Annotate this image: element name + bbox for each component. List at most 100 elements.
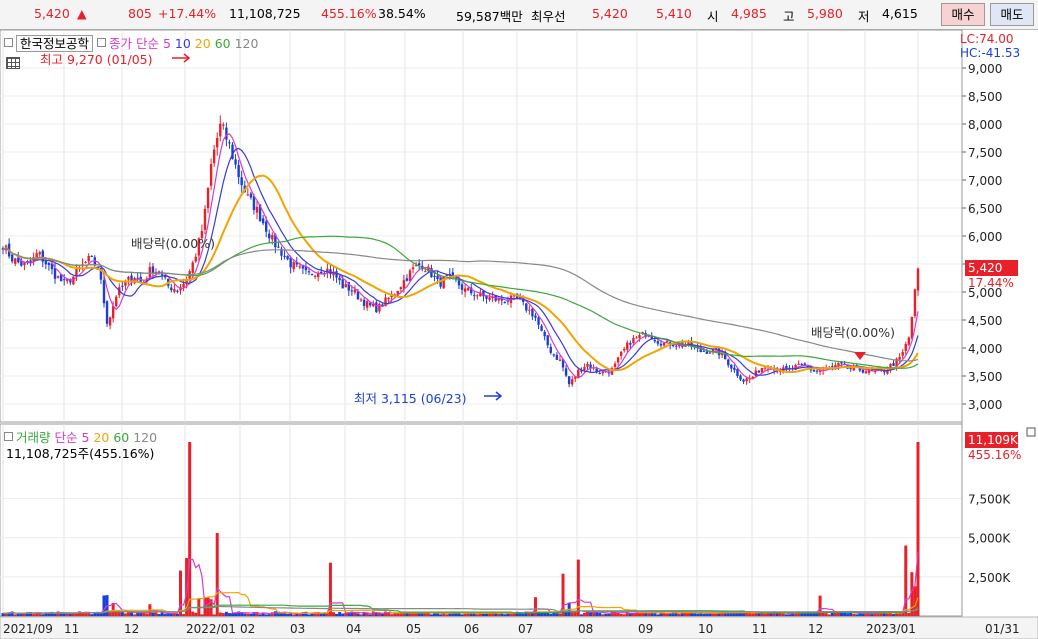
- candle-body: [160, 274, 164, 276]
- candle-body: [460, 284, 464, 290]
- x-tick-label: 09: [638, 622, 653, 636]
- price-panel: [0, 29, 963, 423]
- x-tick-label: 2023/01: [866, 622, 916, 636]
- x-tick-label: 05: [406, 622, 421, 636]
- candle-body: [212, 149, 216, 164]
- stock-chart[interactable]: 2021/09 11 12 2022/01 02 03 04 05 06 07 08 09 10 11 12…: [0, 0, 1038, 639]
- volume-bar: [374, 613, 378, 616]
- low-annotation: 최저 3,115 (06/23): [354, 391, 467, 406]
- volume-bar: [803, 613, 807, 616]
- volume-bar: [249, 613, 253, 616]
- checkbox-icon[interactable]: [4, 38, 13, 47]
- candle-body: [705, 351, 709, 354]
- volume-bar: [221, 613, 225, 616]
- candle-body: [730, 364, 733, 369]
- volume-bar: [702, 614, 706, 616]
- volume-bar: [705, 614, 709, 616]
- volume-bar: [800, 613, 804, 616]
- volume-bar: [763, 613, 767, 616]
- candle-body: [261, 218, 265, 224]
- checkbox-icon[interactable]: [4, 432, 13, 441]
- candle-body: [313, 275, 317, 277]
- volume-bar: [62, 613, 66, 616]
- candle-body: [613, 363, 617, 367]
- candle-body: [638, 335, 641, 338]
- candle-body: [219, 123, 222, 137]
- volume-bar: [760, 613, 764, 616]
- volume-bar: [286, 613, 290, 616]
- volume-bar: [913, 586, 917, 616]
- candle-body: [353, 289, 357, 293]
- candle-body: [69, 280, 72, 283]
- candle-body: [745, 378, 748, 382]
- candle-body: [108, 317, 112, 326]
- candle-body: [436, 275, 439, 280]
- candle-body: [907, 337, 911, 345]
- candle-body: [549, 346, 552, 353]
- candle-body: [87, 255, 90, 262]
- volume-bar: [246, 613, 250, 616]
- candle-body: [797, 363, 800, 365]
- volume-bar: [414, 613, 418, 616]
- candle-body: [151, 266, 155, 274]
- current-volume-pct: 455.16%: [968, 448, 1022, 462]
- candle-body: [90, 255, 93, 257]
- volume-bar: [607, 613, 611, 616]
- current-price-box: 5,420: [965, 260, 1018, 276]
- candle-body: [736, 368, 739, 376]
- volume-bar: [231, 613, 235, 616]
- candle-body: [488, 297, 491, 300]
- candle-body: [53, 268, 57, 279]
- candle-body: [84, 262, 87, 264]
- candle-body: [292, 262, 295, 270]
- grid-icon[interactable]: [6, 57, 20, 69]
- candle-body: [277, 246, 280, 248]
- volume-bar: [589, 612, 593, 616]
- checkbox-icon[interactable]: [97, 38, 106, 47]
- candle-body: [800, 363, 803, 365]
- y-tick-label: 7,000: [968, 174, 1002, 188]
- volume-bar: [769, 613, 773, 616]
- candle-body: [130, 275, 133, 282]
- volume-bar: [907, 612, 911, 616]
- volume-bar: [500, 613, 504, 616]
- volume-bar: [41, 614, 45, 616]
- candle-body: [531, 308, 534, 317]
- volume-bar: [665, 613, 669, 616]
- current-volume-box: 11,109K: [965, 432, 1018, 448]
- candle-body: [849, 368, 852, 370]
- volume-bar: [775, 613, 779, 616]
- candle-body: [38, 252, 41, 255]
- candle-body: [831, 366, 834, 368]
- volume-bar: [622, 614, 626, 616]
- candle-body: [56, 276, 60, 278]
- volume-bar: [656, 614, 660, 616]
- candle-body: [629, 343, 632, 345]
- candle-body: [742, 379, 745, 382]
- candle-body: [555, 354, 559, 360]
- candle-body: [102, 280, 106, 304]
- candle-body: [387, 297, 390, 300]
- volume-bar: [154, 612, 158, 616]
- ma20-label: 20: [194, 36, 211, 51]
- ma5-label: 5: [162, 36, 171, 51]
- candle-body: [892, 363, 895, 366]
- candle-body: [191, 262, 194, 273]
- volume-bar: [787, 614, 791, 616]
- volume-bar: [827, 614, 831, 616]
- y-tick-label: 7,500K: [968, 493, 1011, 507]
- volume-bar: [359, 614, 363, 616]
- candle-body: [815, 370, 819, 372]
- x-tick-label: 07: [518, 622, 533, 636]
- volume-bar: [157, 614, 161, 616]
- volume-bar: [258, 614, 262, 616]
- volume-bar: [864, 614, 868, 616]
- volume-bar: [160, 612, 164, 616]
- candle-body: [216, 137, 219, 148]
- candle-body: [424, 271, 427, 273]
- candle-body: [194, 256, 197, 262]
- candle-body: [127, 276, 130, 280]
- candle-body: [570, 379, 574, 385]
- volume-bar: [163, 614, 167, 616]
- candle-body: [148, 266, 152, 278]
